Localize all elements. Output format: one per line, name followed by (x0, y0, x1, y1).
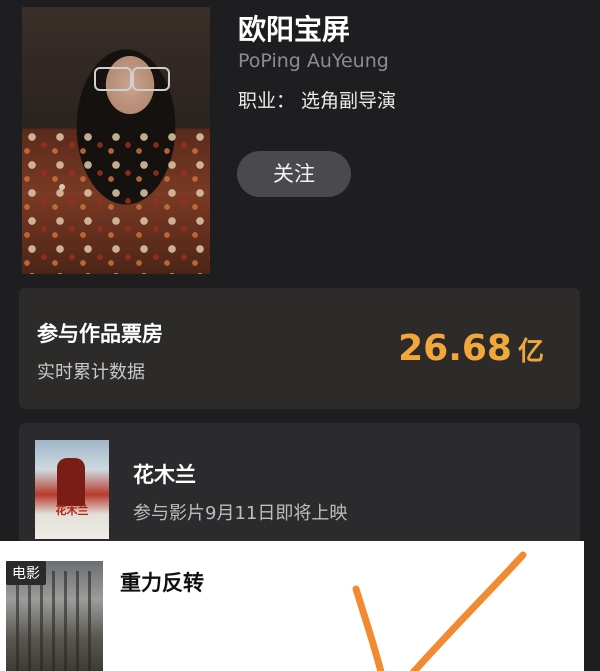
category-badge: 电影 (6, 561, 46, 585)
movie-title: 花木兰 (133, 463, 196, 487)
box-office-subtitle: 实时累计数据 (37, 362, 145, 383)
box-office-unit: 亿 (517, 337, 544, 367)
box-office-title: 参与作品票房 (37, 322, 163, 346)
poster-figure (57, 458, 85, 506)
overlay-poster-bars (16, 571, 95, 671)
movie-poster: 花木兰 (35, 440, 109, 539)
box-office-number: 26.68 (398, 328, 512, 369)
profile-name: 欧阳宝屏 (238, 13, 351, 46)
profile-photo (22, 7, 210, 274)
movie-subtitle: 参与影片9月11日即将上映 (133, 503, 348, 524)
photo-glasses (84, 67, 174, 91)
movie-card-mulan[interactable]: 花木兰 花木兰 参与影片9月11日即将上映 (19, 423, 580, 553)
overlay-film-title: 重力反转 (120, 571, 204, 595)
right-edge-strip (584, 541, 600, 671)
checkmark-annotation-icon (352, 551, 527, 671)
overlay-panel[interactable]: 电影 重力反转 (0, 541, 584, 671)
box-office-card[interactable]: 参与作品票房 实时累计数据 26.68 亿 (19, 288, 580, 409)
box-office-value: 26.68 亿 (398, 328, 544, 369)
photo-sweater-pattern (22, 127, 210, 274)
poster-title-text: 花木兰 (55, 504, 89, 517)
profile-job: 职业： 选角副导演 (238, 90, 397, 112)
follow-button[interactable]: 关注 (237, 151, 351, 197)
profile-english-name: PoPing AuYeung (238, 50, 389, 72)
